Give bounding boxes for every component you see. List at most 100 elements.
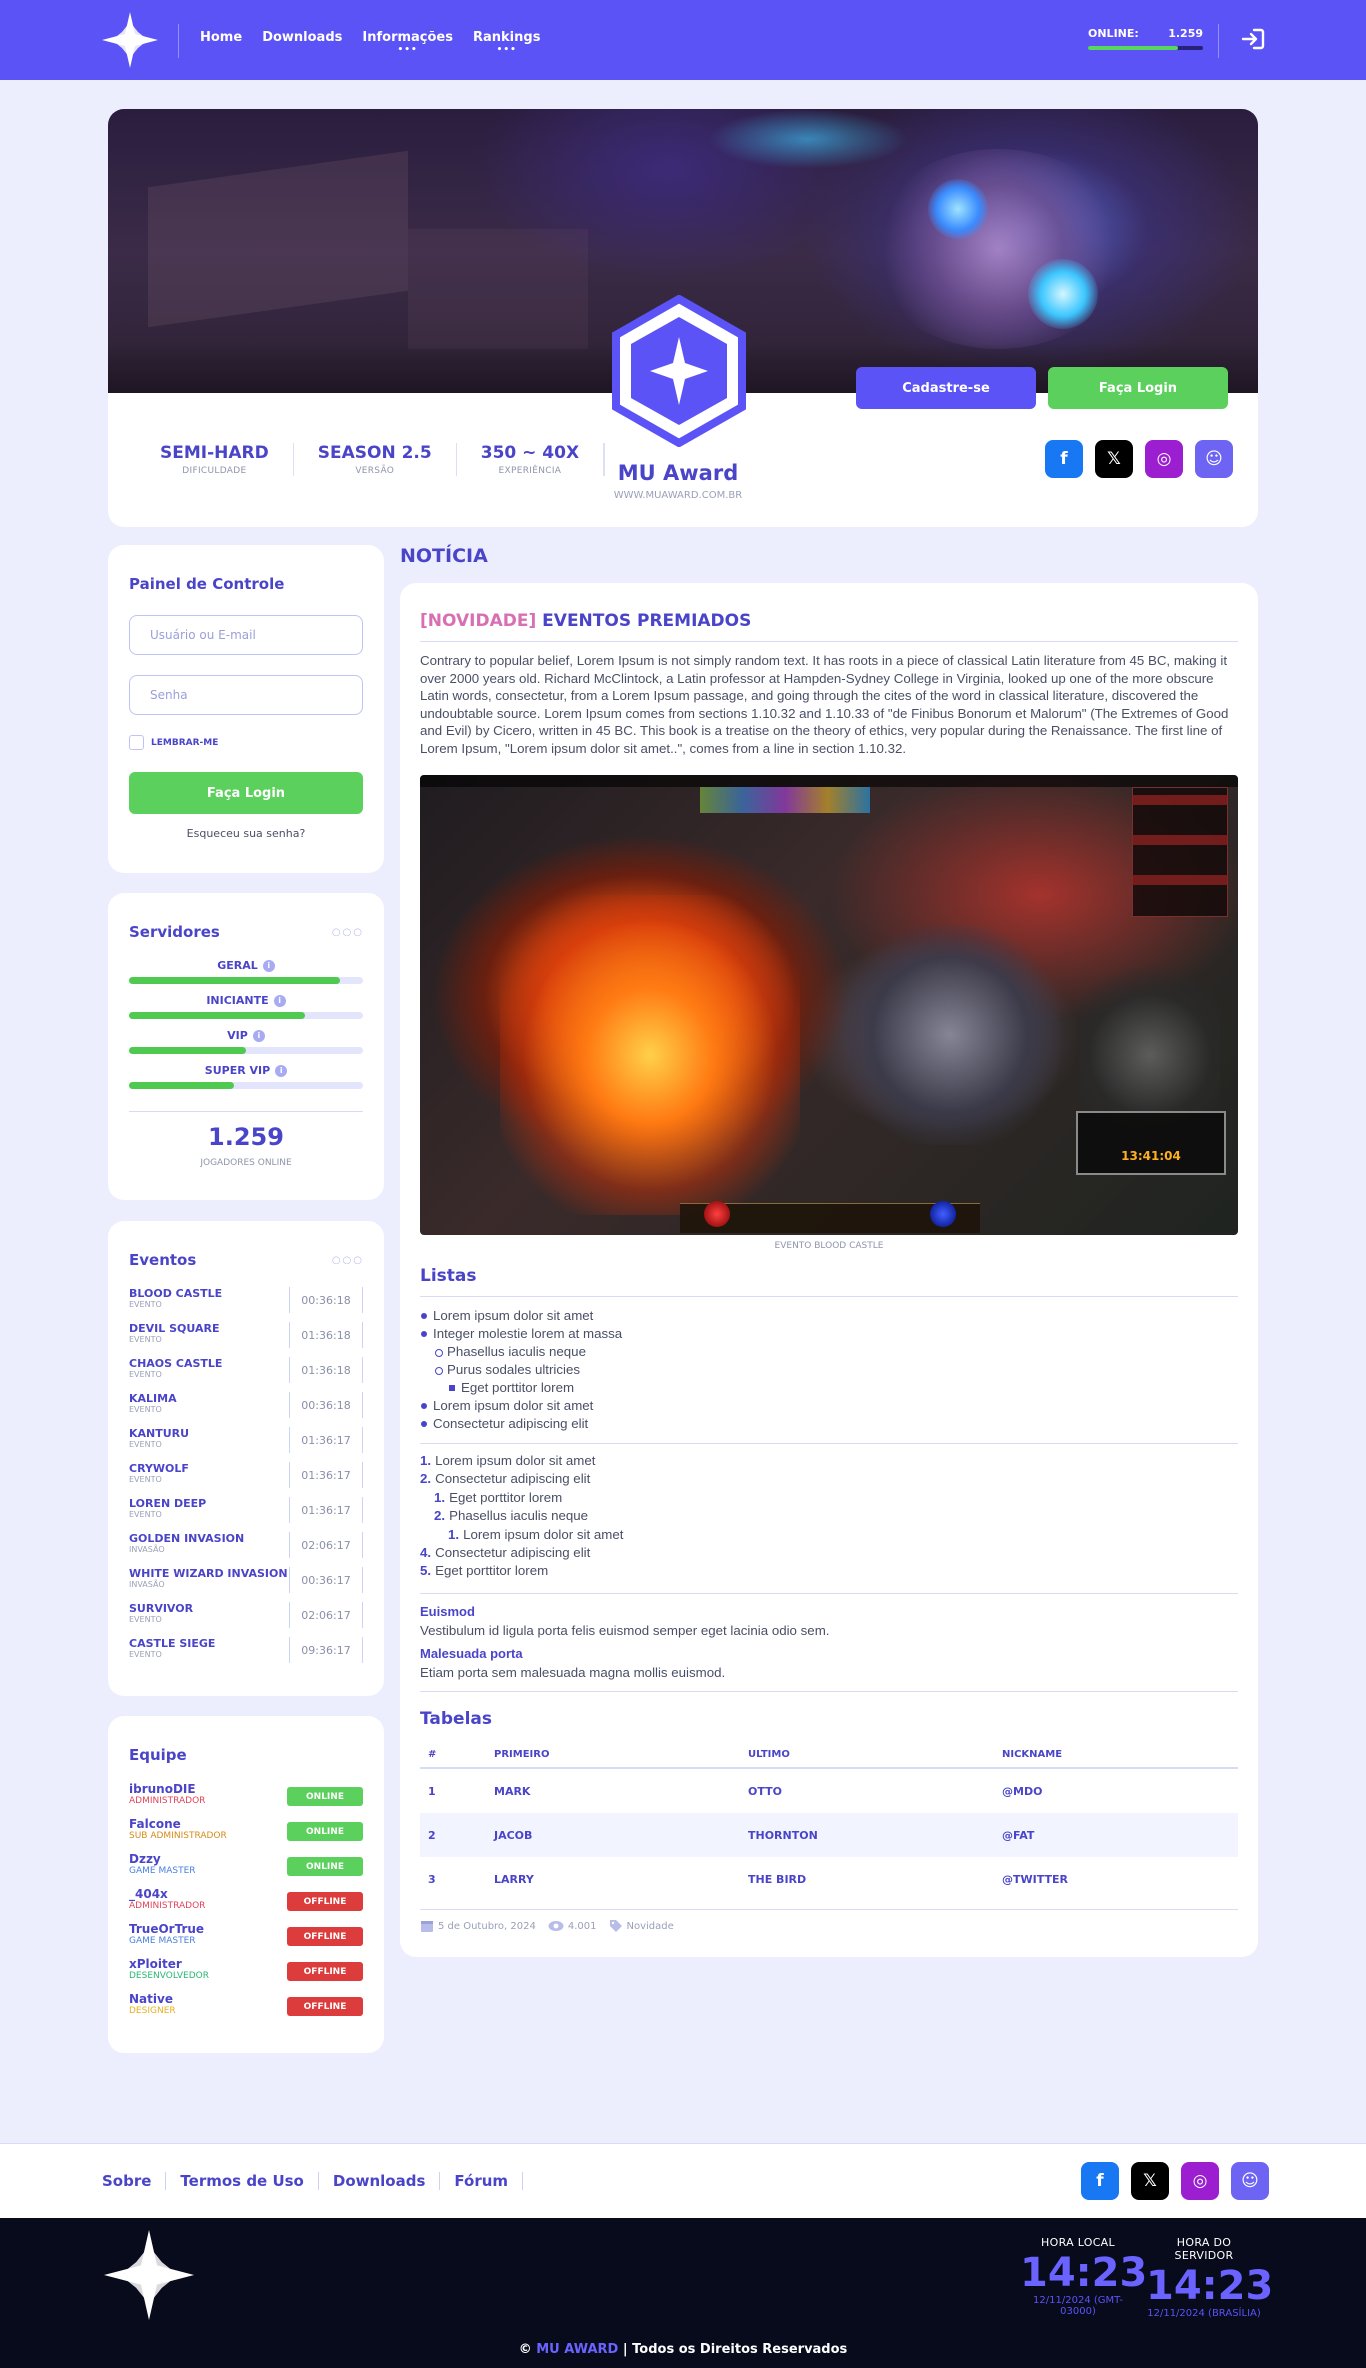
more-dots-icon[interactable]: ○○○ <box>332 927 364 938</box>
member-status-badge: OFFLINE <box>287 1927 363 1946</box>
events-title: Eventos <box>129 1251 197 1269</box>
footer-link-forum[interactable]: Fórum <box>440 2172 524 2190</box>
ordered-item: 5. Eget porttitor lorem <box>420 1563 549 1578</box>
server-clock-date: 12/11/2024 (BRASÍLIA) <box>1147 2308 1261 2319</box>
event-row[interactable]: GOLDEN INVASION INVASÃO 02:06:17 <box>129 1532 363 1566</box>
nav-rankings[interactable]: Rankings ••• <box>473 30 540 55</box>
list-item: Lorem ipsum dolor sit amet <box>420 1308 594 1323</box>
divider <box>178 24 179 58</box>
logo-star-icon[interactable] <box>102 12 158 68</box>
facebook-icon[interactable]: f <box>1045 440 1083 478</box>
facebook-icon[interactable]: f <box>1081 2162 1119 2200</box>
event-row[interactable]: DEVIL SQUARE EVENTO 01:36:18 <box>129 1322 363 1356</box>
remember-me[interactable]: LEMBRAR-ME <box>129 735 218 750</box>
username-input[interactable]: Usuário ou E-mail <box>129 615 363 655</box>
hero-login-button[interactable]: Faça Login <box>1048 367 1228 409</box>
remember-checkbox[interactable] <box>129 735 144 750</box>
server-load-fill <box>129 1012 305 1019</box>
login-icon[interactable] <box>1240 26 1266 52</box>
info-icon[interactable]: i <box>262 959 275 972</box>
article-title: [NOVIDADE] EVENTOS PREMIADOS <box>420 611 752 631</box>
players-online-count: 1.259 <box>208 1123 284 1151</box>
team-title: Equipe <box>129 1746 187 1764</box>
info-icon[interactable]: i <box>252 1029 265 1042</box>
instagram-icon[interactable]: ◎ <box>1145 440 1183 478</box>
forgot-password-link[interactable]: Esqueceu sua senha? <box>129 827 363 840</box>
event-row[interactable]: SURVIVOR EVENTO 02:06:17 <box>129 1602 363 1636</box>
team-member-row: Falcone SUB ADMINISTRADOR ONLINE <box>129 1817 363 1851</box>
discord-icon[interactable]: ☺ <box>1195 440 1233 478</box>
remember-label: LEMBRAR-ME <box>151 737 219 748</box>
member-status-badge: ONLINE <box>287 1822 363 1841</box>
list-item: Integer molestie lorem at massa <box>420 1326 623 1341</box>
event-row[interactable]: LOREN DEEP EVENTO 01:36:17 <box>129 1497 363 1531</box>
ordered-item: 1. Eget porttitor lorem <box>434 1490 563 1505</box>
register-button[interactable]: Cadastre-se <box>856 367 1036 409</box>
footer-link-sobre[interactable]: Sobre <box>102 2172 167 2190</box>
submenu-dots: ••• <box>397 45 418 55</box>
discord-icon[interactable]: ☺ <box>1231 2162 1269 2200</box>
events-panel: Eventos ○○○ BLOOD CASTLE EVENTO 00:36:18 DE… <box>108 1221 384 1696</box>
footer-link-termos[interactable]: Termos de Uso <box>166 2172 319 2190</box>
team-member-row: TrueOrTrue GAME MASTER OFFLINE <box>129 1922 363 1956</box>
server-row: INICIANTE i <box>129 994 363 1019</box>
online-label: ONLINE: <box>1088 27 1139 40</box>
tag-icon <box>609 1920 622 1932</box>
calendar-icon <box>421 1921 433 1932</box>
x-icon[interactable]: 𝕏 <box>1095 440 1133 478</box>
servers-panel: Servidores ○○○ GERAL i INICIANTE i VIP i SUPER… <box>108 893 384 1200</box>
footer-link-downloads[interactable]: Downloads <box>319 2172 441 2190</box>
server-clock-label: HORA DO SERVIDOR <box>1174 2236 1234 2262</box>
nav-downloads[interactable]: Downloads <box>262 30 342 45</box>
team-member-row: ibrunoDIE ADMINISTRADOR ONLINE <box>129 1782 363 1816</box>
list-item: Consectetur adipiscing elit <box>420 1416 589 1431</box>
stat-version: SEASON 2.5 VERSÃO <box>294 443 457 476</box>
password-input[interactable]: Senha <box>129 675 363 715</box>
online-bar-fill <box>1088 46 1178 50</box>
divider <box>1218 24 1219 58</box>
table-row: 1 MARK OTTO @MDO <box>428 1784 1043 1798</box>
server-url[interactable]: WWW.MUAWARD.COM.BR <box>553 490 803 501</box>
server-clock-time: 14:23 <box>1146 2263 1274 2309</box>
footer-links: Sobre Termos de Uso Downloads Fórum <box>102 2172 524 2190</box>
server-load-bar <box>129 977 363 984</box>
hero-social-links: f 𝕏 ◎ ☺ <box>1045 440 1233 478</box>
login-submit-button[interactable]: Faça Login <box>129 772 363 814</box>
member-status-badge: ONLINE <box>287 1857 363 1876</box>
info-icon[interactable]: i <box>275 1064 288 1077</box>
nav-informacoes[interactable]: Informações ••• <box>362 30 453 55</box>
divider <box>129 1111 363 1112</box>
more-dots-icon[interactable]: ○○○ <box>332 1255 364 1266</box>
event-row[interactable]: CRYWOLF EVENTO 01:36:17 <box>129 1462 363 1496</box>
team-member-row: Native DESIGNER OFFLINE <box>129 1992 363 2026</box>
online-counter: ONLINE: 1.259 <box>1088 27 1203 50</box>
event-row[interactable]: CHAOS CASTLE EVENTO 01:36:18 <box>129 1357 363 1391</box>
event-row[interactable]: WHITE WIZARD INVASION INVASÃO 00:36:17 <box>129 1567 363 1601</box>
nav-home[interactable]: Home <box>200 30 242 45</box>
submenu-dots: ••• <box>496 45 517 55</box>
server-name-label: INICIANTE i <box>129 994 363 1007</box>
divider <box>420 1909 1238 1910</box>
event-row[interactable]: KALIMA EVENTO 00:36:18 <box>129 1392 363 1426</box>
copyright: © MU AWARD | Todos os Direitos Reservado… <box>518 2342 848 2357</box>
event-countdown: 02:06:17 <box>289 1532 363 1558</box>
ordered-item: 1. Lorem ipsum dolor sit amet <box>448 1527 624 1542</box>
divider <box>420 1296 1238 1297</box>
divider <box>420 1593 1238 1594</box>
instagram-icon[interactable]: ◎ <box>1181 2162 1219 2200</box>
hero-card: Cadastre-se Faça Login MU Award WWW.MUAW… <box>108 109 1258 527</box>
server-load-bar <box>129 1047 363 1054</box>
event-row[interactable]: KANTURU EVENTO 01:36:17 <box>129 1427 363 1461</box>
footer-social-links: f 𝕏 ◎ ☺ <box>1081 2162 1269 2200</box>
server-row: GERAL i <box>129 959 363 984</box>
x-icon[interactable]: 𝕏 <box>1131 2162 1169 2200</box>
event-row[interactable]: BLOOD CASTLE EVENTO 00:36:18 <box>129 1287 363 1321</box>
event-row[interactable]: CASTLE SIEGE EVENTO 09:36:17 <box>129 1637 363 1671</box>
info-icon[interactable]: i <box>273 994 286 1007</box>
divider <box>420 1691 1238 1692</box>
article-image[interactable]: 13:41:04 <box>420 775 1238 1235</box>
game-timer: 13:41:04 <box>1121 1149 1181 1163</box>
article-category[interactable]: Novidade <box>609 1919 674 1933</box>
server-logo-icon <box>612 295 746 447</box>
member-status-badge: ONLINE <box>287 1787 363 1806</box>
